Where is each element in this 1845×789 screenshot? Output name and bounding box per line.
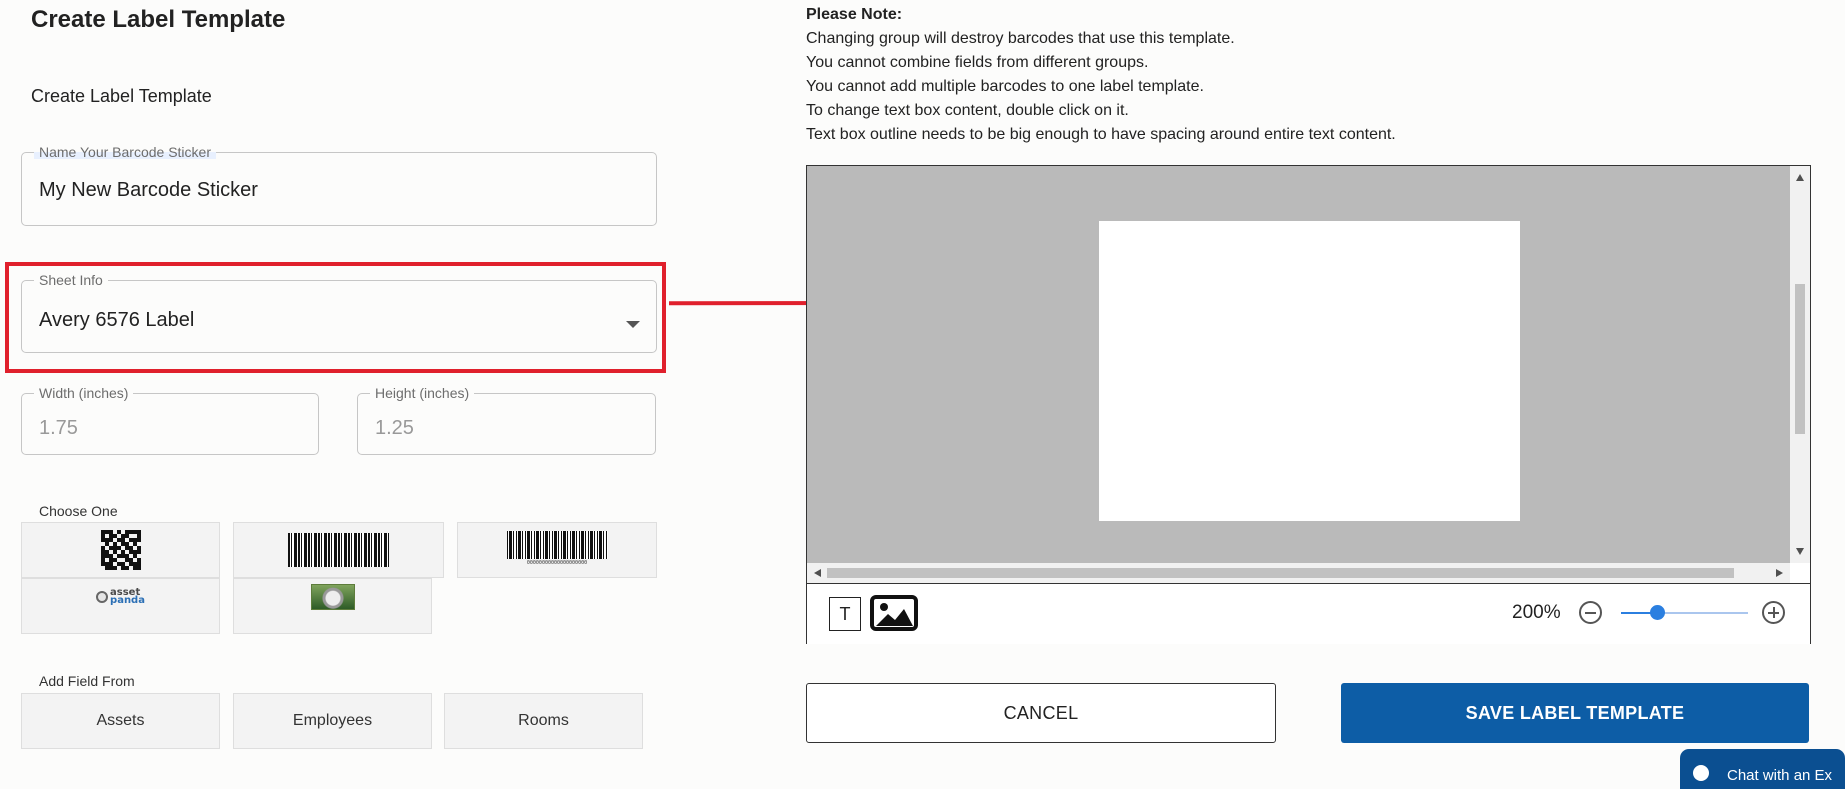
width-field: Width (inches) 1.75 <box>21 386 319 455</box>
horizontal-scroll-thumb[interactable] <box>827 568 1734 578</box>
note-line: You cannot add multiple barcodes to one … <box>806 78 1204 95</box>
add-field-rooms-button[interactable]: Rooms <box>444 693 643 749</box>
scroll-left-icon[interactable] <box>814 569 821 577</box>
label-editor: T 200% <box>806 165 1811 644</box>
zoom-slider-knob[interactable] <box>1649 605 1665 620</box>
zoom-out-icon[interactable] <box>1579 601 1602 624</box>
qr-code-option[interactable] <box>21 522 220 578</box>
image-tool-icon[interactable] <box>870 595 918 631</box>
editor-canvas[interactable] <box>807 166 1790 563</box>
barcode-option[interactable] <box>233 522 444 578</box>
horizontal-scrollbar[interactable] <box>807 563 1790 583</box>
barcode-with-number-icon: 00000000000000000000 <box>506 530 608 566</box>
add-field-employees-button[interactable]: Employees <box>233 693 432 749</box>
note-line: Text box outline needs to be big enough … <box>806 126 1396 143</box>
cancel-button[interactable]: CANCEL <box>806 683 1276 743</box>
barcode-number: 00000000000000000000 <box>526 559 588 566</box>
vertical-scroll-thumb[interactable] <box>1795 284 1805 434</box>
note-line: Changing group will destroy barcodes tha… <box>806 30 1235 47</box>
note-line: You cannot combine fields from different… <box>806 54 1149 71</box>
add-field-from-label: Add Field From <box>39 673 135 689</box>
sheet-info-highlight-box <box>5 262 666 373</box>
choose-one-label: Choose One <box>39 503 118 519</box>
sticker-name-input[interactable]: My New Barcode Sticker <box>39 179 258 202</box>
chat-label: Chat with an Ex <box>1727 767 1833 784</box>
page-title: Create Label Template <box>31 6 286 33</box>
form-subtitle: Create Label Template <box>31 86 212 106</box>
zoom-slider[interactable] <box>1621 605 1748 620</box>
scroll-up-icon[interactable] <box>1796 174 1804 181</box>
qr-code-icon <box>100 530 141 570</box>
height-value: 1.25 <box>375 417 414 439</box>
please-note-heading: Please Note: <box>806 6 903 23</box>
logo-option[interactable]: asset panda <box>21 578 220 634</box>
sticker-name-field[interactable]: Name Your Barcode Sticker My New Barcode… <box>21 145 657 226</box>
zoom-level: 200% <box>1512 602 1561 623</box>
label-page[interactable] <box>1099 221 1520 521</box>
chat-icon <box>1693 765 1709 781</box>
editor-toolbar: T 200% <box>807 583 1810 644</box>
note-line: To change text box content, double click… <box>806 102 1129 119</box>
width-label: Width (inches) <box>39 385 129 401</box>
height-field: Height (inches) 1.25 <box>357 386 656 455</box>
save-label-template-button[interactable]: SAVE LABEL TEMPLATE <box>1341 683 1809 743</box>
logo-text: asset panda <box>110 588 145 606</box>
barcode-icon <box>288 533 389 567</box>
width-value: 1.75 <box>39 417 78 439</box>
chat-widget[interactable]: Chat with an Ex <box>1680 749 1845 789</box>
vertical-scrollbar[interactable] <box>1790 166 1810 563</box>
please-note-panel: Please Note: Changing group will destroy… <box>806 3 1396 147</box>
barcode-with-number-option[interactable]: 00000000000000000000 <box>457 522 657 578</box>
barcode-bars <box>506 530 608 559</box>
photo-thumbnail-icon <box>310 584 355 610</box>
logo-text-bottom: panda <box>110 595 145 606</box>
scroll-down-icon[interactable] <box>1796 548 1804 555</box>
sticker-name-label: Name Your Barcode Sticker <box>34 145 216 159</box>
add-field-assets-button[interactable]: Assets <box>21 693 220 749</box>
zoom-in-icon[interactable] <box>1762 601 1785 624</box>
scroll-right-icon[interactable] <box>1776 569 1783 577</box>
height-label: Height (inches) <box>375 385 470 401</box>
text-tool-icon[interactable]: T <box>829 597 861 631</box>
asset-panda-logo-icon: asset panda <box>96 588 145 606</box>
logo-mark <box>96 591 109 603</box>
photo-option[interactable] <box>233 578 432 634</box>
